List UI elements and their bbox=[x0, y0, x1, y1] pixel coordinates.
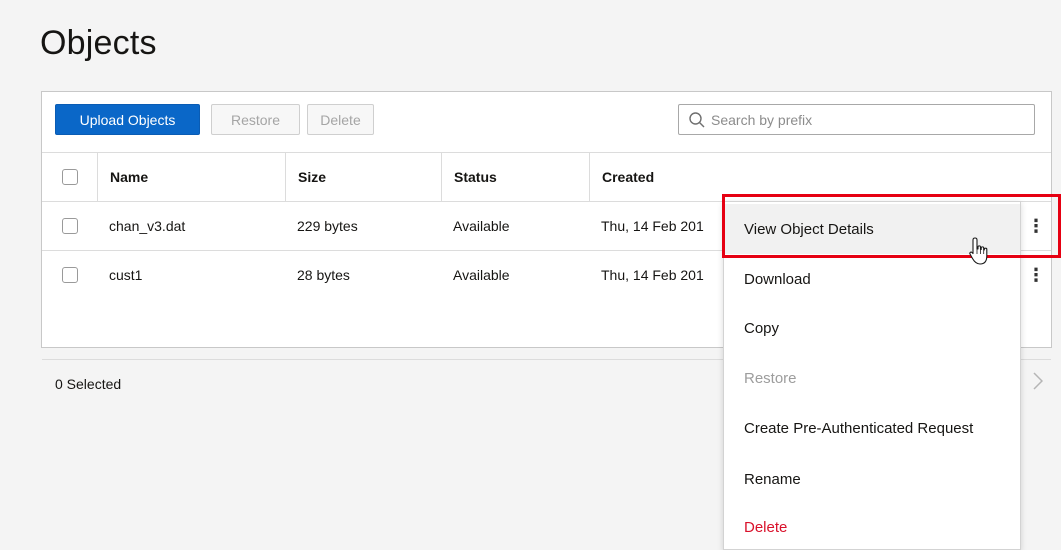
row-select-cell bbox=[42, 251, 97, 299]
column-header-status[interactable]: Status bbox=[441, 153, 589, 201]
toolbar: Upload Objects Restore Delete bbox=[42, 92, 1051, 152]
row-checkbox[interactable] bbox=[61, 218, 78, 234]
menu-item-restore[interactable]: Restore bbox=[724, 353, 1020, 403]
selected-count: 0 Selected bbox=[55, 376, 122, 392]
menu-item-copy[interactable]: Copy bbox=[724, 303, 1020, 353]
search-input[interactable] bbox=[711, 111, 1011, 128]
restore-button[interactable]: Restore bbox=[211, 104, 300, 135]
row-select-cell bbox=[42, 202, 97, 250]
hand-pointer-icon bbox=[967, 236, 991, 268]
object-name[interactable]: chan_v3.dat bbox=[97, 202, 285, 250]
delete-button[interactable]: Delete bbox=[307, 104, 374, 135]
search-box[interactable] bbox=[678, 104, 1035, 135]
menu-item-create-par[interactable]: Create Pre-Authenticated Request bbox=[724, 403, 1020, 453]
menu-item-delete[interactable]: Delete bbox=[724, 502, 1020, 550]
search-icon bbox=[679, 105, 705, 134]
row-checkbox[interactable] bbox=[61, 267, 78, 283]
column-header-created[interactable]: Created bbox=[589, 153, 719, 201]
select-all-checkbox[interactable] bbox=[61, 169, 78, 185]
page-title: Objects bbox=[40, 24, 157, 62]
object-size: 28 bytes bbox=[297, 267, 350, 283]
column-header-size[interactable]: Size bbox=[285, 153, 441, 201]
table-header-row: Name Size Status Created bbox=[42, 152, 1051, 201]
menu-item-rename[interactable]: Rename bbox=[724, 454, 1020, 504]
object-created: Thu, 14 Feb 201 bbox=[601, 267, 704, 283]
kebab-menu-icon[interactable]: ⋮ bbox=[1021, 251, 1051, 299]
chevron-right-icon[interactable] bbox=[1033, 372, 1044, 396]
object-status: Available bbox=[453, 267, 510, 283]
object-status: Available bbox=[453, 218, 510, 234]
column-header-name[interactable]: Name bbox=[97, 153, 285, 201]
select-all-cell bbox=[42, 153, 97, 201]
object-name[interactable]: cust1 bbox=[97, 251, 285, 299]
object-size: 229 bytes bbox=[297, 218, 358, 234]
kebab-menu-icon[interactable]: ⋮ bbox=[1021, 202, 1051, 250]
object-created: Thu, 14 Feb 201 bbox=[601, 218, 704, 234]
upload-objects-button[interactable]: Upload Objects bbox=[55, 104, 200, 135]
